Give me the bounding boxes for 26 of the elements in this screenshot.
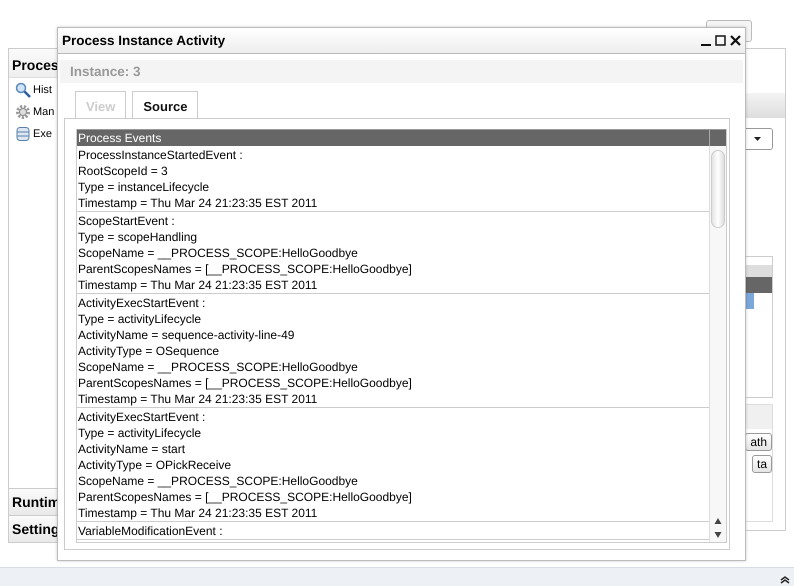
event-line: ActivityExecStartEvent : bbox=[77, 295, 206, 311]
event-line: ActivityName = start bbox=[77, 441, 186, 457]
event-line: RootScopeId = 3 bbox=[77, 163, 169, 179]
event-line: ScopeName = __PROCESS_SCOPE:HelloGoodbye bbox=[77, 473, 359, 489]
event-line: ParentScopesNames = [__PROCESS_SCOPE:HelloGoodbye] bbox=[77, 261, 413, 277]
event-line: Timestamp = Thu Mar 24 21:23:35 EST 2011 bbox=[77, 391, 318, 407]
event-line: Type = activityLifecycle bbox=[77, 311, 202, 327]
event-line: ActivityName = sequence-activity-line-49 bbox=[77, 327, 296, 343]
event-line: ParentScopesNames = [__PROCESS_SCOPE:HelloGoodbye] bbox=[77, 375, 413, 391]
event-line: ScopeStartEvent : bbox=[77, 213, 176, 229]
event-line: ScopeName = __PROCESS_SCOPE:HelloGoodbye bbox=[77, 245, 359, 261]
event-line: Timestamp = Thu Mar 24 21:23:35 EST 2011 bbox=[77, 505, 318, 521]
event-line: Timestamp = Thu Mar 24 21:23:35 EST 2011 bbox=[77, 195, 318, 211]
event-line: Type = scopeHandling bbox=[77, 229, 198, 245]
event-line: ParentScopesNames = [__PROCESS_SCOPE:HelloGoodbye] bbox=[77, 489, 413, 505]
event-line: ActivityExecStartEvent : bbox=[77, 409, 206, 425]
event-line: ActivityType = OPickReceive bbox=[77, 457, 232, 473]
window-title: Process Instance Activity bbox=[62, 33, 226, 48]
event-line: Type = instanceLifecycle bbox=[77, 179, 210, 195]
event-line: Type = activityLifecycle bbox=[77, 425, 202, 441]
column-header: Process Events bbox=[77, 130, 162, 146]
instance-label: Instance: 3 bbox=[70, 64, 141, 79]
event-line: ProcessInstanceStartedEvent : bbox=[77, 147, 244, 163]
event-line: ScopeName = __PROCESS_SCOPE:HelloGoodbye bbox=[77, 359, 359, 375]
event-line: ActivityType = OSequence bbox=[77, 343, 220, 359]
event-line: Timestamp = Thu Mar 24 21:23:35 EST 2011 bbox=[77, 277, 318, 293]
